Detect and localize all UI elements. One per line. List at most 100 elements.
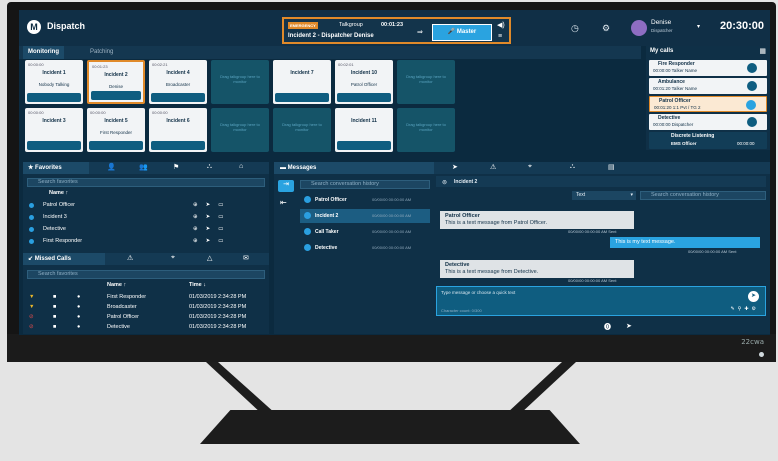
talkgroup-tile[interactable]: Incident 7 [273,60,331,104]
ptt-button[interactable] [747,81,757,91]
send-button[interactable]: ➤ [748,291,759,302]
favorites-col-name[interactable]: Name ↑ [49,190,68,196]
missed-col-time[interactable]: Time ↓ [189,282,206,288]
send-location-icon[interactable]: ➤ [626,322,632,330]
inbox-button[interactable]: ⇥ [278,180,294,192]
message-bubble-mine: This is my text message. [610,237,760,248]
group-icon[interactable]: 👥 [139,163,148,171]
list-item[interactable]: First Responder ⊕➤▭ [23,236,269,247]
conversation-item[interactable]: Incident 2 00/00/00 00:00:00 AM [300,209,430,223]
gear-icon[interactable]: ⚙ [602,23,610,34]
send-location-icon[interactable]: ➤ [452,163,458,171]
tile-controls[interactable] [151,93,205,102]
talkgroup-tile[interactable]: 00:00:00 Incident 1 Nobody Talking [25,60,83,104]
favorite-actions-icon[interactable]: ⊕➤▭ [193,236,231,247]
status-dot [29,215,34,220]
empty-monitor-slot[interactable]: Drag talkgroup here to monitor [397,108,455,152]
tab-monitoring[interactable]: Monitoring [23,46,64,59]
empty-monitor-slot[interactable]: Drag talkgroup here to monitor [211,60,269,104]
history-icon[interactable]: ◷ [571,23,579,34]
call-detective[interactable]: Detective 00:00:00 Dispatcher [649,114,767,130]
map-pin-icon[interactable]: ⌖ [528,163,532,171]
conversation-item[interactable]: Call Taker 00/00/00 00:00:00 AM [300,225,430,239]
menu-icon[interactable]: ≡ [498,33,502,40]
history-search-input[interactable]: Search conversation history [640,191,766,200]
status-icon[interactable]: ✉ [243,254,249,262]
tab-missed-calls[interactable]: ↙ Missed Calls [23,253,105,265]
message-bubble-detective: Detective This is a text message from De… [440,260,634,278]
call-patrol-officer[interactable]: Patrol Officer 00:01:20 1:1 Pvt / TG 2 [649,96,767,112]
avatar [631,20,647,36]
ptt-button[interactable] [747,117,757,127]
alert-icon[interactable]: ⓿ [604,322,611,332]
talkgroup-tile[interactable]: 00:00:00 Incident 5 First Responder [87,108,145,152]
history-search-placeholder: Search conversation history [651,192,719,198]
master-button[interactable]: 🎤 Master [432,24,492,41]
favorite-actions-icon[interactable]: ⊕➤▭ [193,224,231,235]
empty-monitor-slot[interactable]: Drag talkgroup here to monitor [273,108,331,152]
favorite-actions-icon[interactable]: ⊕➤▭ [193,200,231,211]
broadcast-icon[interactable]: ⌂ [239,163,243,170]
tab-favorites[interactable]: ★ Favorites [23,162,89,174]
favorites-search-input[interactable]: Search favorites [27,178,265,187]
user-icon[interactable]: 👤 [107,163,116,171]
team-icon[interactable]: ⛬ [570,163,575,171]
compose-tools-icon[interactable]: ✎⚲✚⚙ [730,306,759,312]
warning-icon[interactable]: △ [207,254,212,262]
talkgroup-icon[interactable]: ⚑ [173,163,179,171]
conversation-search-input[interactable]: Search conversation history [300,180,430,189]
grid-icon[interactable]: ▦ [759,47,766,55]
conversation-search-placeholder: Search conversation history [311,181,379,187]
conversation-item[interactable]: Patrol Officer 00/00/00 00:00:00 AM [300,193,430,207]
tile-controls[interactable] [27,141,81,150]
emergency-call-panel[interactable]: EMERGENCY Talkgroup 00:01:23 Incident 2 … [282,17,511,44]
tile-controls[interactable] [337,141,391,150]
talkgroup-tile[interactable]: Incident 11 [335,108,393,152]
empty-monitor-slot[interactable]: Drag talkgroup here to monitor [397,60,455,104]
conversation-time: 00/00/00 00:00:00 AM [372,245,412,250]
talkgroup-tile[interactable]: 00:00:00 Incident 3 [25,108,83,152]
logout-icon[interactable]: ⇤ [280,198,287,207]
table-row[interactable]: ⊘ ■ ● Detective 01/03/2019 2:34:28 PM [23,322,269,333]
tile-controls[interactable] [337,93,391,102]
talkgroup-tile[interactable]: 00:00:00 Incident 6 [149,108,207,152]
speaker-icon[interactable]: ◀) [497,21,505,29]
power-button[interactable] [759,352,764,357]
call-ambulance[interactable]: Ambulance 00:01:20 Talker Name [649,78,767,94]
missed-col-name[interactable]: Name ↑ [107,282,126,288]
favorite-actions-icon[interactable]: ⊕➤▭ [193,212,231,223]
tile-controls[interactable] [27,93,81,102]
list-item[interactable]: Patrol Officer ⊕➤▭ [23,200,269,211]
empty-monitor-slot[interactable]: Drag talkgroup here to monitor [211,108,269,152]
message-text: This is a text message from Detective. [445,269,539,275]
ptt-button[interactable] [747,63,757,73]
conversation-item[interactable]: Detective 00/00/00 00:00:00 AM [300,241,430,255]
call-fire-responder[interactable]: Fire Responder 00:00:00 Talker Name [649,60,767,76]
missed-search-input[interactable]: Search favorites [27,270,265,279]
tile-status: Patrol Officer [350,82,378,87]
tab-messages[interactable]: ▬ Messages [274,162,434,174]
message-filter-select[interactable]: Text ▾ [572,191,636,200]
tile-controls[interactable] [89,141,143,150]
list-item[interactable]: Incident 3 ⊕➤▭ [23,212,269,223]
alert-icon[interactable]: ⚠ [127,254,133,262]
ptt-button[interactable] [746,100,756,110]
people-icon[interactable]: ⛬ [207,163,212,171]
user-role: Dispatcher [651,28,673,33]
tile-timer: 00:01:23 [92,64,108,69]
talkgroup-tile[interactable]: 00:01:23 Incident 2 Denise [87,60,145,104]
tab-patching[interactable]: Patching [85,46,118,59]
list-item[interactable]: Detective ⊕➤▭ [23,224,269,235]
alert-icon[interactable]: ⚠ [490,163,496,171]
discrete-listening[interactable]: Discrete Listening EMS Officer 00:00:00 [649,132,767,149]
tile-controls[interactable] [151,141,205,150]
drop-hint: Drag talkgroup here to monitor [406,74,446,84]
tile-controls[interactable] [91,91,141,100]
talkgroup-tile[interactable]: 00:02:01 Incident 10 Patrol Officer [335,60,393,104]
conversation-time: 00/00/00 00:00:00 AM [372,229,412,234]
tile-controls[interactable] [275,93,329,102]
talkgroup-tile[interactable]: 00:02:21 Incident 4 Broadcaster [149,60,207,104]
table-icon[interactable]: ▤ [608,163,615,171]
location-icon[interactable]: ⌖ [171,254,175,262]
compose-box[interactable]: Type message or choose a quick text Char… [436,286,766,316]
